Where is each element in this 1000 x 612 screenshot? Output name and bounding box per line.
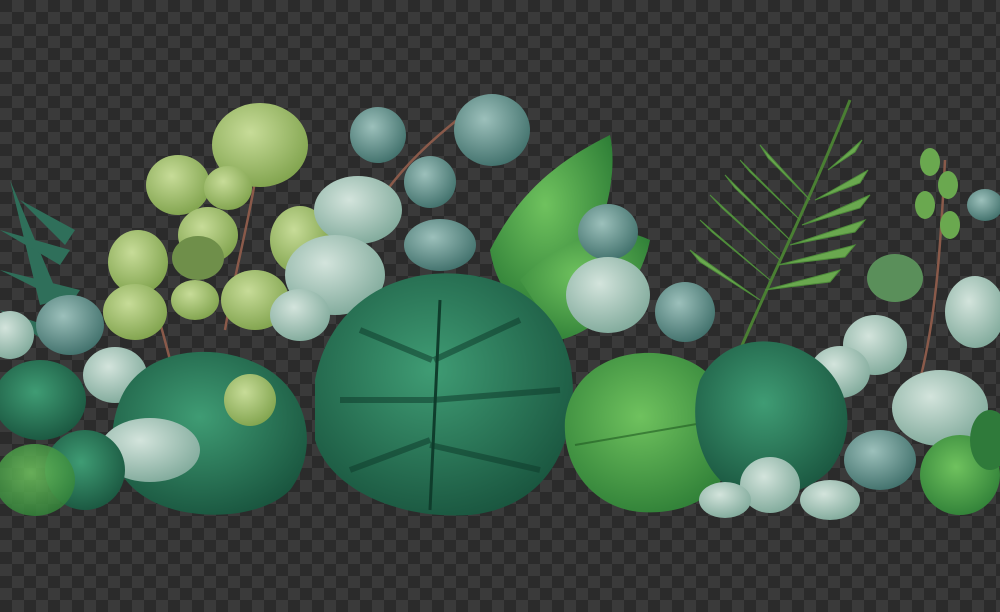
fern-frond-right: [689, 99, 871, 351]
botanical-border-illustration: [0, 94, 1000, 520]
transparency-checkerboard: [0, 0, 1000, 612]
monstera-leaf-center: [315, 273, 573, 516]
round-leaf-cluster-center: [566, 204, 715, 342]
